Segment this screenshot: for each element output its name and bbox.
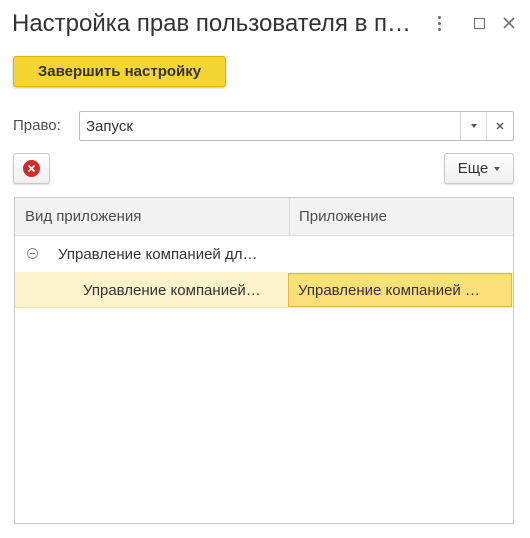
more-actions-label: Еще [457,160,489,177]
window-title: Настройка прав пользователя в пр… [12,10,417,37]
close-icon [503,17,515,29]
table-cell-app-active[interactable]: Управление компанией … [288,273,512,307]
delete-button[interactable] [13,153,50,184]
table-cell-app-type: Управление компанией дл… [58,245,258,263]
finish-setup-button[interactable]: Завершить настройку [13,56,226,87]
close-button[interactable] [498,12,520,34]
right-label: Право: [13,117,61,134]
chevron-down-icon [471,124,477,128]
right-select-value[interactable]: Запуск [86,118,133,135]
maximize-icon [473,17,485,29]
table-row[interactable]: Управление компанией дл… [15,236,513,272]
right-clear-button[interactable] [486,112,513,140]
table-header: Вид приложения Приложение [15,198,513,236]
column-header-app[interactable]: Приложение [289,198,513,235]
right-dropdown-button[interactable] [460,112,487,140]
table-cell-app-type: Управление компанией… [83,281,261,299]
maximize-button[interactable] [468,12,490,34]
table-row-selected[interactable]: Управление компанией… Управление компани… [15,272,513,308]
more-menu-button[interactable] [428,12,450,34]
more-actions-button[interactable]: Еще [444,153,514,184]
delete-icon [23,160,40,177]
chevron-down-icon [494,166,501,171]
applications-table[interactable]: Вид приложения Приложение Управление ком… [14,197,514,524]
clear-icon [496,122,504,130]
column-header-app-type[interactable]: Вид приложения [25,198,287,235]
right-select-field[interactable]: Запуск [79,111,514,141]
collapse-icon[interactable] [27,248,38,259]
title-bar: Настройка прав пользователя в пр… [0,0,530,50]
three-dots-vertical-icon [437,15,441,31]
